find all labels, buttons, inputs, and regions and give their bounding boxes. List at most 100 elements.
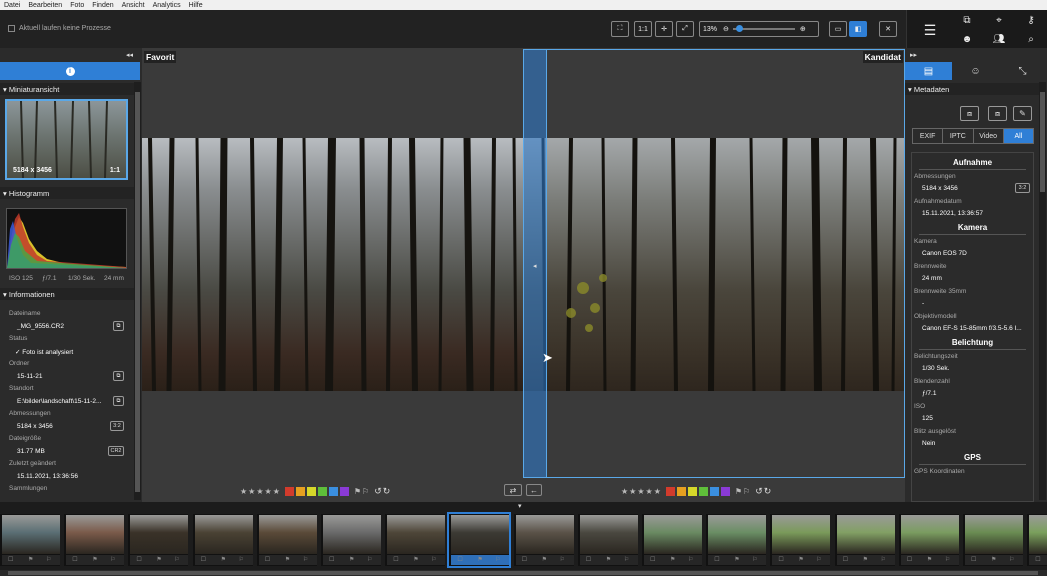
filmstrip-thumbnail[interactable]: ☐ ⚑ ⚐ xyxy=(192,514,253,566)
filmstrip-thumbnail[interactable]: ☐⚑⚐ xyxy=(64,514,125,566)
zoom-slider[interactable] xyxy=(732,25,795,32)
copy-location-button[interactable]: ⧉ xyxy=(113,396,124,406)
single-view-button[interactable]: ▭ xyxy=(829,21,847,37)
color-label-swatch[interactable] xyxy=(665,486,675,496)
color-label-swatch[interactable] xyxy=(709,486,719,496)
close-button[interactable]: ✕ xyxy=(879,21,897,37)
tab-all[interactable]: All xyxy=(1003,129,1033,143)
flag-icon[interactable]: ⚑ xyxy=(221,556,226,563)
filmstrip-thumbnail[interactable]: ☐ ⚑ ⚐ xyxy=(834,514,895,566)
tab-people[interactable]: ☺ xyxy=(952,62,999,80)
menu-bearbeiten[interactable]: Bearbeiten xyxy=(24,2,66,9)
key-icon[interactable]: ⚷ xyxy=(1017,12,1045,28)
expand-button[interactable]: ⤢ xyxy=(676,21,694,37)
reject-flag-icon[interactable]: ⚐ xyxy=(743,487,750,496)
info-section-header[interactable]: ▾ Informationen xyxy=(0,288,134,300)
metadata-section-header[interactable]: ▾ Metadaten xyxy=(905,83,1039,95)
flag-icon[interactable]: ⚑ xyxy=(991,556,996,563)
filmstrip-scrollbar[interactable] xyxy=(0,570,1047,576)
filmstrip-thumbnail[interactable]: ☐⚑⚐ xyxy=(0,514,60,566)
menu-datei[interactable]: Datei xyxy=(0,2,24,9)
check-icon[interactable]: ☐ xyxy=(457,556,462,563)
export-metadata-button[interactable]: ⧈ xyxy=(988,106,1007,121)
favorite-image[interactable] xyxy=(142,138,523,391)
check-icon[interactable]: ☐ xyxy=(843,556,848,563)
import-metadata-button[interactable]: ⧈ xyxy=(960,106,979,121)
flag-icon[interactable]: ⚑ xyxy=(863,556,868,563)
rotate-right-icon[interactable]: ↻ xyxy=(764,486,772,497)
compare-view-button[interactable]: ◧ xyxy=(849,21,867,37)
filmstrip-toggle-icon[interactable]: ▾ xyxy=(518,502,522,510)
check-icon[interactable]: ☐ xyxy=(714,556,719,563)
left-scrollbar[interactable] xyxy=(134,82,141,500)
center-button[interactable]: ✛ xyxy=(655,21,673,37)
filmstrip-thumbnail[interactable]: ☐⚑⚐ xyxy=(513,514,574,566)
reject-flag-icon[interactable]: ⚐ xyxy=(881,556,886,563)
filmstrip-thumbnail[interactable]: ☐⚑⚐ xyxy=(898,514,959,566)
flag-icon[interactable]: ⚑ xyxy=(735,487,742,496)
flag-icon[interactable]: ⚑ xyxy=(734,556,739,563)
flag-icon[interactable]: ⚑ xyxy=(670,556,675,563)
face-icon[interactable]: ☻ xyxy=(953,31,981,47)
filmstrip-thumbnail[interactable]: ☐⚑⚐ xyxy=(1027,514,1047,566)
filmstrip-thumbnail[interactable]: ☐ ⚑ ⚐ xyxy=(963,514,1023,566)
back-button[interactable]: ← xyxy=(526,484,542,496)
flag-icon[interactable]: ⚑ xyxy=(285,556,290,563)
collapse-left-icon[interactable]: ◂◂ xyxy=(126,51,133,59)
filmstrip-thumbnail[interactable]: ☐⚑⚐ xyxy=(321,514,381,566)
histogram-section-header[interactable]: ▾ Histogramm xyxy=(0,187,134,199)
tab-metadata[interactable]: ▤ xyxy=(905,62,952,80)
swap-button[interactable]: ⇄ xyxy=(504,484,522,496)
star-icon[interactable]: ★ xyxy=(273,487,280,496)
rotate-right-icon[interactable]: ↻ xyxy=(383,486,391,497)
check-icon[interactable]: ☐ xyxy=(778,556,783,563)
color-label-swatch[interactable] xyxy=(698,486,708,496)
check-icon[interactable]: ☐ xyxy=(650,556,655,563)
reject-flag-icon[interactable]: ⚐ xyxy=(624,556,629,563)
reject-flag-icon[interactable]: ⚐ xyxy=(362,487,369,496)
menu-foto[interactable]: Foto xyxy=(66,2,88,9)
reject-flag-icon[interactable]: ⚐ xyxy=(945,556,950,563)
fit-screen-button[interactable]: ⛶ xyxy=(611,21,629,37)
check-icon[interactable]: ☐ xyxy=(265,556,270,563)
reject-flag-icon[interactable]: ⚐ xyxy=(239,556,244,563)
info-tab[interactable]: i xyxy=(0,62,140,80)
check-icon[interactable]: ☐ xyxy=(329,556,334,563)
zoom-in-icon[interactable]: ⊕ xyxy=(800,25,806,33)
reject-flag-icon[interactable]: ⚐ xyxy=(752,556,757,563)
check-icon[interactable]: ☐ xyxy=(201,556,206,563)
flag-icon[interactable]: ⚑ xyxy=(798,556,803,563)
star-icon[interactable]: ★ xyxy=(629,487,636,496)
collapse-right-icon[interactable]: ▸▸ xyxy=(910,51,917,59)
star-icon[interactable]: ★ xyxy=(621,487,628,496)
color-label-swatch[interactable] xyxy=(720,486,730,496)
flag-icon[interactable]: ⚑ xyxy=(477,556,482,563)
check-icon[interactable]: ☐ xyxy=(971,556,976,563)
star-icon[interactable]: ★ xyxy=(256,487,263,496)
check-icon[interactable]: ☐ xyxy=(1035,556,1040,563)
check-icon[interactable]: ☐ xyxy=(393,556,398,563)
menu-hilfe[interactable]: Hilfe xyxy=(185,2,207,9)
edit-list-icon[interactable]: ☰ xyxy=(915,18,945,42)
zoom-out-icon[interactable]: ⊖ xyxy=(723,25,729,33)
zoom-1to1-button[interactable]: 1:1 xyxy=(634,21,652,37)
copy-filename-button[interactable]: ⧉ xyxy=(113,321,124,331)
reject-flag-icon[interactable]: ⚐ xyxy=(174,556,179,563)
star-icon[interactable]: ★ xyxy=(265,487,272,496)
star-icon[interactable]: ★ xyxy=(248,487,255,496)
reject-flag-icon[interactable]: ⚐ xyxy=(688,556,693,563)
check-icon[interactable]: ☐ xyxy=(136,556,141,563)
flag-icon[interactable]: ⚑ xyxy=(156,556,161,563)
filmstrip-thumbnail[interactable]: ☐⚑⚐ xyxy=(385,514,446,566)
color-label-swatch[interactable] xyxy=(328,486,338,496)
check-icon[interactable]: ☐ xyxy=(8,556,13,563)
zoom-slider-knob[interactable] xyxy=(735,25,743,32)
color-label-swatch[interactable] xyxy=(676,486,686,496)
reject-flag-icon[interactable]: ⚐ xyxy=(1009,556,1014,563)
tab-iptc[interactable]: IPTC xyxy=(943,129,974,143)
reject-flag-icon[interactable]: ⚐ xyxy=(367,556,372,563)
reject-flag-icon[interactable]: ⚐ xyxy=(46,556,51,563)
thumbnail-section-header[interactable]: ▾ Miniaturansicht xyxy=(0,83,134,95)
tab-expand[interactable]: ⤡ xyxy=(999,62,1046,80)
filmstrip-thumbnail[interactable]: ☐ ⚑ ⚐ xyxy=(706,514,767,566)
